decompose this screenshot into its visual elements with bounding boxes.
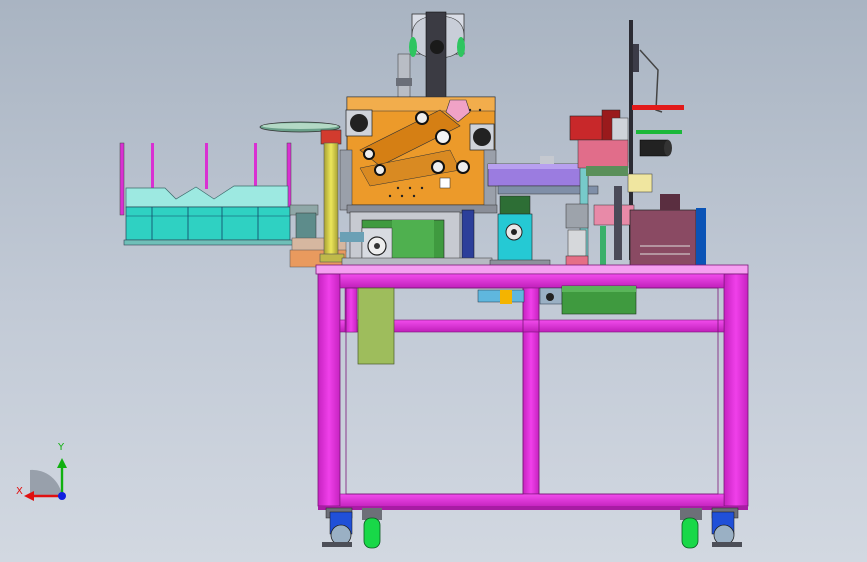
center-motor-unit — [489, 195, 551, 269]
coordinate-triad-icon — [24, 458, 67, 501]
caster-wheel-icon — [680, 507, 742, 549]
olive-panel — [357, 287, 395, 365]
feed-tray-assembly — [119, 142, 347, 268]
axis-label-x: X — [16, 486, 23, 497]
caster-wheel-icon — [322, 507, 382, 549]
cad-model-drawing — [24, 11, 749, 549]
labeling-head-assembly — [339, 11, 498, 214]
axis-label-y: Y — [58, 442, 65, 453]
under-table-components — [477, 285, 637, 315]
lower-center-mechanism — [340, 209, 493, 267]
cad-viewport[interactable]: Y X — [0, 0, 867, 562]
